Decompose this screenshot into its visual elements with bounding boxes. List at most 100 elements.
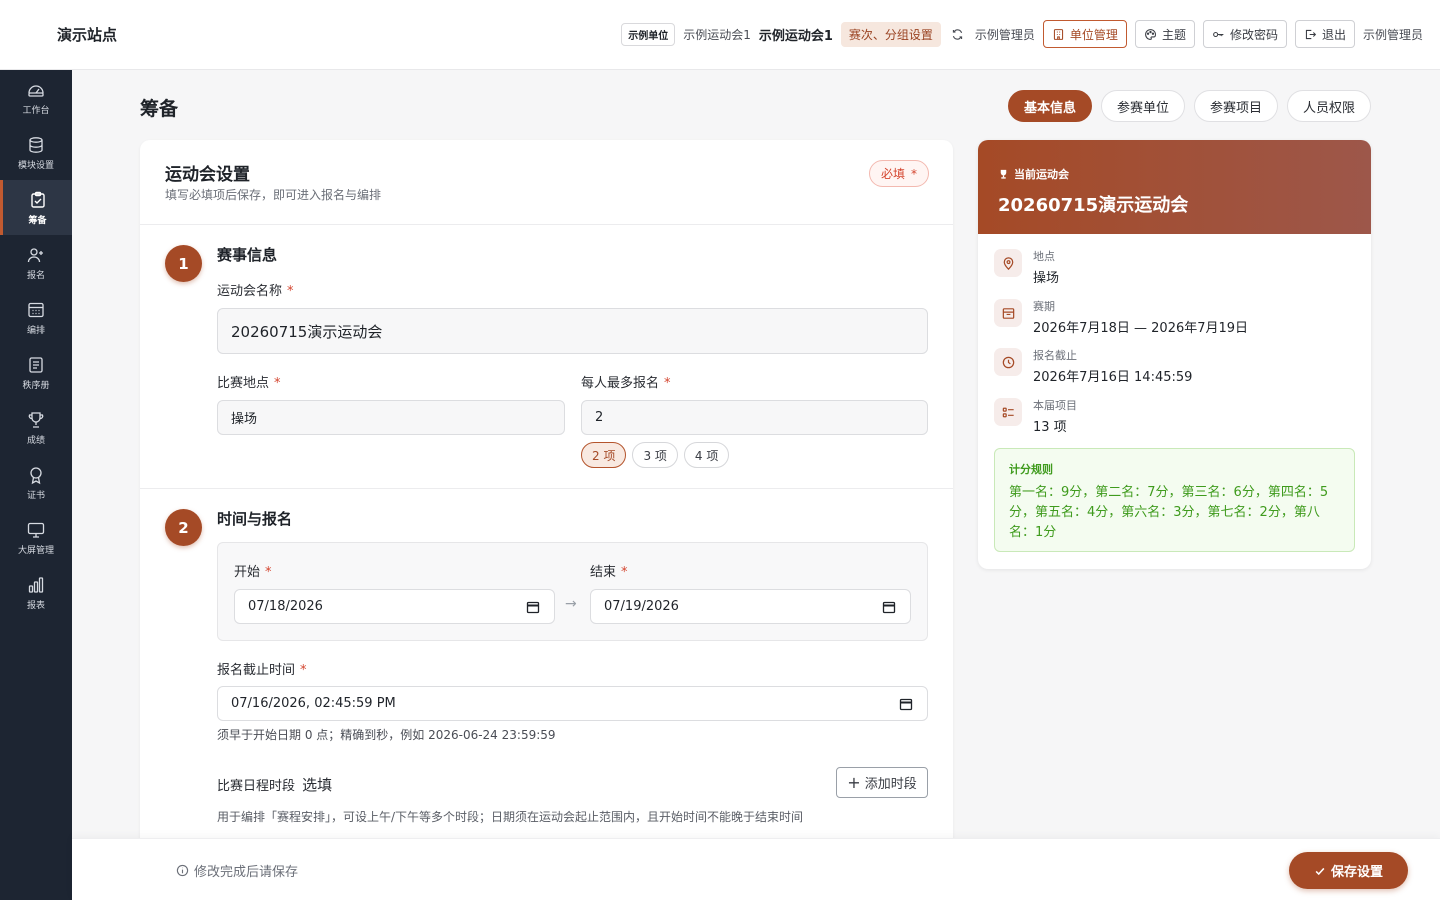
sidebar-item-preparation[interactable]: 筹备 bbox=[0, 180, 72, 235]
card-title: 运动会设置 bbox=[165, 165, 250, 185]
calendar-icon[interactable] bbox=[882, 600, 896, 614]
current-meet-name[interactable]: 示例运动会1 bbox=[759, 25, 833, 44]
option-chip-3[interactable]: 3 项 bbox=[632, 442, 678, 468]
building-icon bbox=[1053, 28, 1064, 40]
option-chip-4[interactable]: 4 项 bbox=[683, 442, 730, 468]
plus-icon: + bbox=[847, 772, 861, 792]
required-mark: * bbox=[274, 376, 281, 391]
end-date-value: 07/19/2026 bbox=[604, 599, 679, 614]
meet-name-input[interactable]: 20260715演示运动会 bbox=[217, 308, 928, 354]
calendar-icon[interactable] bbox=[899, 697, 913, 711]
sidebar-item-label: 筹备 bbox=[28, 215, 47, 226]
start-date-label: 开始 * bbox=[234, 561, 272, 580]
option-chip-2[interactable]: 2 项 bbox=[581, 442, 627, 468]
unit-manage-label: 单位管理 bbox=[1069, 27, 1118, 42]
top-bar-actions: 示例单位 示例运动会1 示例运动会1 赛次、分组设置 示例管理员 单位管理 主题… bbox=[621, 20, 1423, 48]
current-meet-title: 20260715演示运动会 bbox=[998, 195, 1189, 216]
meet-name-label: 运动会名称 * bbox=[217, 280, 294, 299]
info-row-deadline: 报名截止 2026年7月16日 14:45:59 bbox=[994, 345, 1354, 389]
add-slot-button[interactable]: + 添加时段 bbox=[836, 767, 928, 798]
required-mark: * bbox=[265, 565, 272, 580]
current-meet-kicker: 当前运动会 bbox=[998, 166, 1069, 182]
info-label: 本届项目 bbox=[1033, 399, 1077, 412]
sidebar-item-label: 工作台 bbox=[22, 105, 50, 116]
theme-button[interactable]: 主题 bbox=[1134, 20, 1195, 48]
deadline-input[interactable]: 07/16/2026, 02:45:59 PM bbox=[217, 686, 928, 721]
save-settings-label: 保存设置 bbox=[1330, 865, 1383, 880]
bottom-action-bar: 修改完成后请保存 保存设置 bbox=[72, 838, 1440, 900]
sidebar-item-label: 秩序册 bbox=[22, 380, 50, 391]
site-title: 演示站点 bbox=[57, 26, 118, 44]
tab-permissions[interactable]: 人员权限 bbox=[1286, 90, 1371, 122]
save-settings-button[interactable]: 保存设置 bbox=[1289, 852, 1408, 889]
unit-manage-button[interactable]: 单位管理 bbox=[1042, 20, 1127, 48]
tab-participating-units[interactable]: 参赛单位 bbox=[1100, 90, 1185, 122]
user-name[interactable]: 示例管理员 bbox=[1363, 26, 1423, 43]
deadline-label: 报名截止时间 * bbox=[217, 659, 307, 678]
sidebar-item-reports[interactable]: 报表 bbox=[0, 565, 72, 620]
admin-name: 示例管理员 bbox=[974, 27, 1035, 42]
check-icon bbox=[1315, 867, 1325, 875]
change-password-label: 修改密码 bbox=[1229, 27, 1278, 42]
sidebar-item-label: 模块设置 bbox=[17, 160, 54, 171]
venue-label-text: 比赛地点 bbox=[217, 376, 270, 391]
required-mark: * bbox=[287, 284, 294, 299]
sidebar-item-modules[interactable]: 模块设置 bbox=[0, 125, 72, 180]
required-mark: * bbox=[621, 565, 628, 580]
sidebar-item-certificates[interactable]: 证书 bbox=[0, 455, 72, 510]
end-date-input[interactable]: 07/19/2026 bbox=[590, 589, 911, 624]
database-icon bbox=[29, 136, 43, 153]
tab-events[interactable]: 参赛项目 bbox=[1193, 90, 1278, 122]
info-value: 2026年7月18日 — 2026年7月19日 bbox=[1033, 321, 1249, 336]
sidebar-item-scheduling[interactable]: 编排 bbox=[0, 290, 72, 345]
tab-basic-info[interactable]: 基本信息 bbox=[1007, 90, 1092, 122]
page-title: 筹备 bbox=[140, 98, 179, 120]
start-date-input[interactable]: 07/18/2026 bbox=[234, 589, 555, 624]
sidebar-item-label: 大屏管理 bbox=[17, 545, 54, 556]
sidebar-item-results[interactable]: 成绩 bbox=[0, 400, 72, 455]
current-meet-hero: 当前运动会 20260715演示运动会 bbox=[978, 140, 1371, 234]
logout-button[interactable]: 退出 bbox=[1294, 20, 1355, 48]
info-icon bbox=[176, 864, 189, 877]
sidebar: 工作台 模块设置 筹备 报名 编排 秩序册 成绩 证书 大屏管理 报表 bbox=[0, 70, 72, 900]
unit-badge[interactable]: 示例单位 bbox=[621, 22, 676, 46]
page-tabs: 基本信息 参赛单位 参赛项目 人员权限 bbox=[1007, 90, 1371, 122]
key-icon bbox=[1213, 31, 1224, 37]
user-add-icon bbox=[27, 247, 43, 262]
meet-name-label-text: 运动会名称 bbox=[217, 284, 283, 299]
sidebar-item-program-book[interactable]: 秩序册 bbox=[0, 345, 72, 400]
required-mark: * bbox=[911, 166, 917, 181]
deadline-value: 07/16/2026, 02:45:59 PM bbox=[231, 696, 396, 711]
max-registration-input[interactable]: 2 bbox=[581, 400, 928, 435]
trophy-icon bbox=[1000, 169, 1007, 179]
deadline-hint: 须早于开始日期 0 点；精确到秒，例如 2026-06-24 23:59:59 bbox=[217, 728, 556, 742]
refresh-icon[interactable] bbox=[949, 25, 967, 43]
calendar-grid-icon bbox=[28, 302, 44, 317]
max-registration-label-text: 每人最多报名 bbox=[581, 376, 660, 391]
monitor-icon bbox=[27, 522, 45, 538]
sidebar-item-screen-manage[interactable]: 大屏管理 bbox=[0, 510, 72, 565]
dashboard-icon bbox=[28, 84, 44, 97]
required-mark: * bbox=[664, 376, 671, 391]
theme-label: 主题 bbox=[1161, 27, 1186, 42]
clipboard-icon bbox=[30, 191, 45, 208]
optional-tag: 选填 bbox=[302, 776, 333, 794]
clock-icon bbox=[994, 348, 1022, 376]
required-pill-label: 必填 bbox=[880, 167, 905, 181]
change-password-button[interactable]: 修改密码 bbox=[1202, 20, 1287, 48]
venue-input[interactable]: 操场 bbox=[217, 400, 565, 435]
info-value: 13 项 bbox=[1033, 420, 1067, 435]
deadline-label-text: 报名截止时间 bbox=[217, 663, 296, 678]
location-pin-icon bbox=[994, 249, 1022, 277]
logout-label: 退出 bbox=[1321, 27, 1346, 42]
scoring-rule-box: 计分规则 第一名：9分，第二名：7分，第三名：6分，第四名：5分，第五名：4分，… bbox=[994, 448, 1355, 552]
calendar-icon[interactable] bbox=[526, 600, 540, 614]
stage-tag[interactable]: 赛次、分组设置 bbox=[840, 21, 941, 47]
sidebar-item-dashboard[interactable]: 工作台 bbox=[0, 70, 72, 125]
trophy-icon bbox=[28, 411, 44, 428]
current-meet-kicker-text: 当前运动会 bbox=[1014, 168, 1069, 181]
sidebar-item-label: 证书 bbox=[26, 490, 45, 501]
meet-switcher-small[interactable]: 示例运动会1 bbox=[683, 26, 751, 43]
required-pill: 必填 * bbox=[868, 160, 929, 187]
sidebar-item-registration[interactable]: 报名 bbox=[0, 235, 72, 290]
